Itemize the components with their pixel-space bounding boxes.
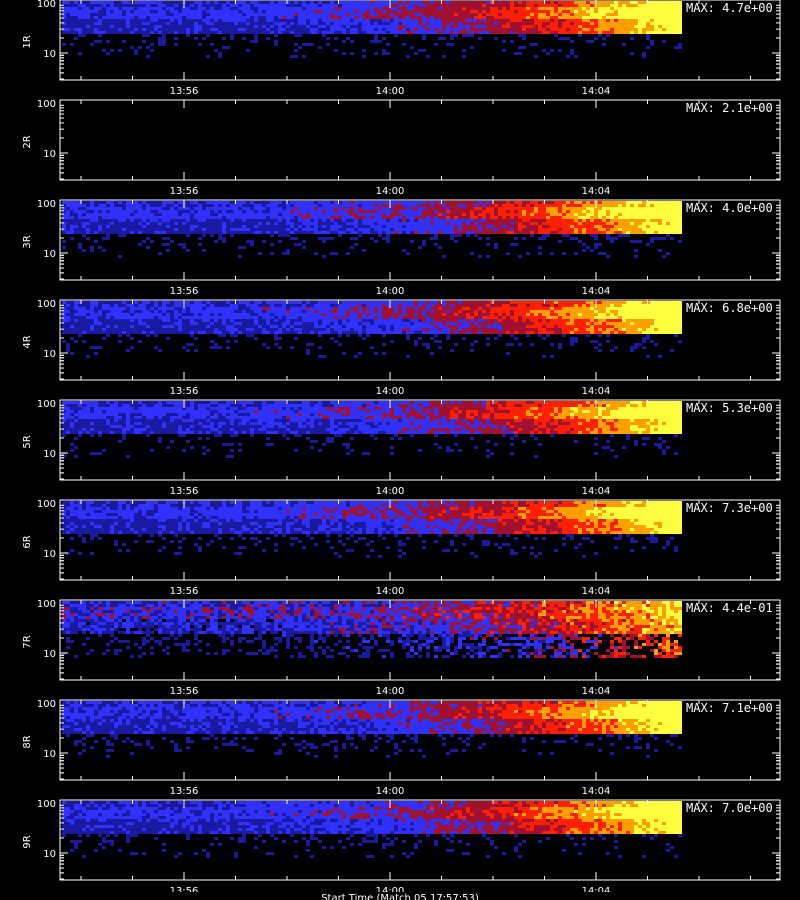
x-tick-label: 14:04 (582, 786, 611, 797)
x-tick-label: 14:04 (582, 86, 611, 97)
x-tick-label: 13:56 (170, 186, 199, 197)
heatmap-7r (62, 601, 682, 658)
heatmap-5r (62, 401, 682, 458)
frame-2r (59, 99, 781, 181)
max-annotation: MAX: 7.0e+00 (686, 801, 773, 815)
heatmap-9r (62, 801, 682, 858)
panel-1r: 10 100 1R 13:56 14:00 14:04 MAX: 4.7e+00 (22, 0, 781, 97)
x-tick-label: 13:56 (170, 486, 199, 497)
y-tick-label: 10 (43, 149, 56, 160)
max-annotation: MAX: 4.7e+00 (686, 1, 773, 15)
y-tick-label: 10 (43, 249, 56, 260)
x-tick-label: 14:00 (376, 386, 405, 397)
panel-2r: 10 100 2R 13:56 14:00 14:04 MAX: 2.1e+00 (22, 99, 781, 197)
x-tick-label: 14:04 (582, 486, 611, 497)
panel-label: 2R (22, 135, 33, 148)
y-tick-label: 10 (43, 449, 56, 460)
y-tick-label: 10 (43, 549, 56, 560)
x-tick-label: 14:00 (376, 786, 405, 797)
panel-label: 7R (22, 635, 33, 648)
panel-5r: 10 100 5R 13:56 14:00 14:04 MAX: 5.3e+00 (22, 399, 781, 497)
y-tick-label: 100 (37, 0, 56, 10)
panel-6r: 10 100 6R 13:56 14:00 14:04 MAX: 7.3e+00 (22, 499, 781, 597)
x-tick-label: 13:56 (170, 286, 199, 297)
y-tick-label: 100 (37, 299, 56, 310)
x-tick-label: 14:00 (376, 486, 405, 497)
panel-label: 3R (22, 235, 33, 248)
heatmap-3r (62, 201, 682, 258)
panel-9r: 101009R13:56 14:00 14:04MAX: 7.0e+00 (22, 799, 781, 897)
x-tick-label: 14:00 (376, 286, 405, 297)
x-tick-label: 14:04 (582, 286, 611, 297)
x-tick-label: 13:56 (170, 386, 199, 397)
panel-4r: 10 100 4R 13:56 14:00 14:04 MAX: 6.8e+00 (22, 299, 781, 397)
x-tick-label: 14:04 (582, 586, 611, 597)
x-tick-label: 14:00 (376, 586, 405, 597)
x-tick-label: 14:00 (376, 186, 405, 197)
y-tick-label: 100 (37, 399, 56, 410)
x-tick-label: 13:56 (170, 686, 199, 697)
x-tick-label: 13:56 (170, 786, 199, 797)
heatmap-8r (62, 701, 682, 758)
x-tick-label: 13:56 (170, 586, 199, 597)
max-annotation: MAX: 6.8e+00 (686, 301, 773, 315)
x-tick-label: 14:00 (376, 86, 405, 97)
max-annotation: MAX: 4.4e-01 (686, 601, 773, 615)
max-annotation: MAX: 2.1e+00 (686, 101, 773, 115)
panel-label: 8R (22, 735, 33, 748)
panel-3r: 10 100 3R 13:56 14:00 14:04 MAX: 4.0e+00 (22, 199, 781, 297)
panel-label: 5R (22, 435, 33, 448)
y-tick-label: 100 (37, 199, 56, 210)
y-tick-label: 100 (37, 99, 56, 110)
y-tick-label: 10 (43, 849, 56, 860)
panel-7r: 10 100 7R 13:56 14:00 14:04 MAX: 4.4e-01 (22, 599, 781, 697)
y-tick-label: 100 (37, 699, 56, 710)
x-tick-label: 14:04 (582, 686, 611, 697)
max-annotation: MAX: 7.3e+00 (686, 501, 773, 515)
y-tick-label: 100 (37, 599, 56, 610)
y-tick-label: 10 (43, 49, 56, 60)
heatmap-4r (62, 301, 682, 358)
y-tick-label: 10 (43, 349, 56, 360)
panel-label: 6R (22, 535, 33, 548)
x-tick-label: 14:00 (376, 686, 405, 697)
y-ticks-2r (60, 104, 780, 180)
x-tick-label: 14:04 (582, 186, 611, 197)
max-annotation: MAX: 7.1e+00 (686, 701, 773, 715)
y-tick-label: 100 (37, 499, 56, 510)
spectrogram-stack: 10 100 1R 13:56 14:00 14:04 MAX: 4.7e+00 10 100 2… (22, 0, 781, 897)
y-tick-label: 100 (37, 799, 56, 810)
panel-label: 9R (22, 835, 33, 848)
y-tick-label: 10 (43, 649, 56, 660)
max-annotation: MAX: 5.3e+00 (686, 401, 773, 415)
x-tick-label: 13:56 (170, 86, 199, 97)
panel-label: 1R (22, 35, 33, 48)
y-tick-label: 10 (43, 749, 56, 760)
panel-label: 4R (22, 335, 33, 348)
panel-8r: 10 100 8R 13:56 14:00 14:04 MAX: 7.1e+00 (22, 699, 781, 797)
heatmap-6r (62, 501, 682, 558)
x-tick-label: 14:04 (582, 386, 611, 397)
heatmap-1r (62, 1, 682, 58)
x-axis-label: Start Time (Match 05 17:57:53) (321, 893, 479, 900)
x-ticks-2r (80, 100, 751, 180)
max-annotation: MAX: 4.0e+00 (686, 201, 773, 215)
